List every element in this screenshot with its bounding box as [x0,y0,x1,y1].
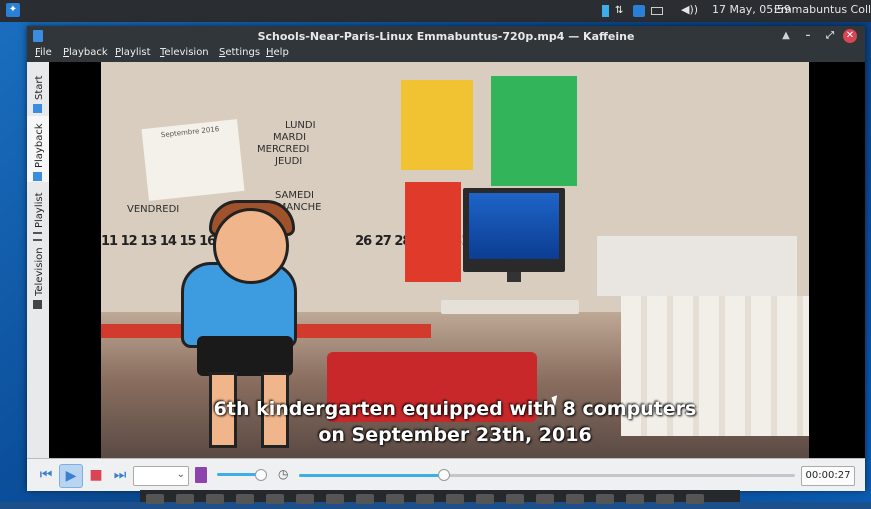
playlist-icon [33,232,42,241]
stop-button[interactable]: ■ [85,464,107,486]
window-titlebar[interactable]: Schools-Near-Paris-Linux Emmabuntus-720p… [27,26,865,46]
jump-to-position-icon[interactable]: ◷ [278,467,288,481]
taskbar-icon[interactable] [236,494,254,504]
word-samedi: SAMEDI [275,190,314,201]
taskbar-icon[interactable] [506,494,524,504]
menu-playback[interactable]: Playback [63,47,108,58]
system-tray: ⇅ [602,3,663,19]
start-icon [33,104,42,113]
close-icon[interactable]: ✕ [843,29,857,43]
track-combo[interactable]: ⌄ [133,466,189,486]
word-jeudi: JEUDI [275,156,303,167]
time-display[interactable]: 00:00:27 [801,466,855,486]
cartoon-boy-shorts [197,336,293,376]
battery-icon[interactable] [651,7,663,15]
storage-icon[interactable] [602,5,609,17]
monitor-screen [469,193,559,259]
taskbar-icon[interactable] [176,494,194,504]
word-mercredi: MERCREDI [257,144,310,155]
tab-television[interactable]: Television [27,244,49,310]
tab-start[interactable]: Start [27,64,49,114]
taskbar-icon[interactable] [266,494,284,504]
menu-television[interactable]: Television [160,47,209,58]
keep-above-icon[interactable]: ▲ [779,29,793,43]
tab-playlist[interactable]: Playlist [27,184,49,242]
taskbar-icon[interactable] [446,494,464,504]
word-mardi: MARDI [273,132,307,143]
keyboard [441,300,579,314]
red-board [405,182,461,282]
taskbar-icon[interactable] [146,494,164,504]
seek-slider-handle[interactable] [437,469,450,481]
sync-icon[interactable] [633,5,645,17]
taskbar-icon[interactable] [686,494,704,504]
seek-slider[interactable] [299,474,795,477]
previous-icon[interactable]: ⏮ [35,464,57,486]
taskbar-icon[interactable] [356,494,374,504]
monitor-stand [507,272,521,282]
app-launcher-icon[interactable]: ✦ [6,3,20,17]
green-board [491,76,577,186]
word-vendredi: VENDREDI [127,204,180,215]
tab-playback[interactable]: Playback [27,116,49,182]
window-title: Schools-Near-Paris-Linux Emmabuntus-720p… [257,30,635,43]
top-panel: ✦ ⇅ ◀)) 17 May, 05:59 Emmabuntus Collect… [0,0,871,22]
taskbar-icon[interactable] [626,494,644,504]
television-icon [33,300,42,309]
next-icon[interactable]: ⏭ [109,464,131,486]
taskbar-peek [140,490,740,504]
menubar: File Playback Playlist Television Settin… [27,46,865,62]
menu-help[interactable]: Help [266,47,289,58]
sink-counter [597,236,797,296]
seek-slider-fill [299,474,443,477]
maximize-icon[interactable]: ⤢ [823,29,837,43]
playback-controls: ⏮ ▶ ■ ⏭ ⌄ ◷ 00:00:27 [27,458,865,491]
play-pause-button[interactable]: ▶ [59,464,83,488]
video-area[interactable]: Septembre 2016 LUNDI MARDI MERCREDI JEUD… [49,62,865,458]
playback-icon [33,172,42,181]
kaffeine-window: Schools-Near-Paris-Linux Emmabuntus-720p… [27,26,865,491]
taskbar-icon[interactable] [296,494,314,504]
taskbar-icon[interactable] [206,494,224,504]
taskbar-icon[interactable] [326,494,344,504]
taskbar-icon[interactable] [416,494,434,504]
volume-slider-handle[interactable] [254,469,267,481]
menu-playlist[interactable]: Playlist [115,47,151,58]
minimize-icon[interactable]: – [801,29,815,43]
taskbar-icon[interactable] [566,494,584,504]
yellow-board [401,80,473,170]
menu-file[interactable]: File [35,47,52,58]
taskbar-icon[interactable] [476,494,494,504]
user-name[interactable]: Emmabuntus Collectiv [774,3,871,16]
subtitle-line-2: on September 23th, 2016 [318,424,592,446]
video-settings-icon[interactable] [195,467,207,483]
chevron-down-icon: ⌄ [176,469,185,480]
video-frame: Septembre 2016 LUNDI MARDI MERCREDI JEUD… [101,62,809,458]
taskbar-icon[interactable] [596,494,614,504]
network-icon[interactable]: ⇅ [615,5,627,17]
calendar-poster: Septembre 2016 [141,119,245,201]
computer-monitor [463,188,565,282]
taskbar-icon[interactable] [656,494,674,504]
taskbar-icon[interactable] [386,494,404,504]
volume-icon[interactable]: ◀)) [681,3,698,16]
word-lundi: LUNDI [285,120,316,131]
subtitle-line-1: 6th kindergarten equipped with 8 compute… [213,398,697,420]
cartoon-boy-head [213,208,289,284]
menu-settings[interactable]: Settings [219,47,260,58]
side-tab-bar: Start Playback Playlist Television [27,62,50,458]
taskbar-icon[interactable] [536,494,554,504]
